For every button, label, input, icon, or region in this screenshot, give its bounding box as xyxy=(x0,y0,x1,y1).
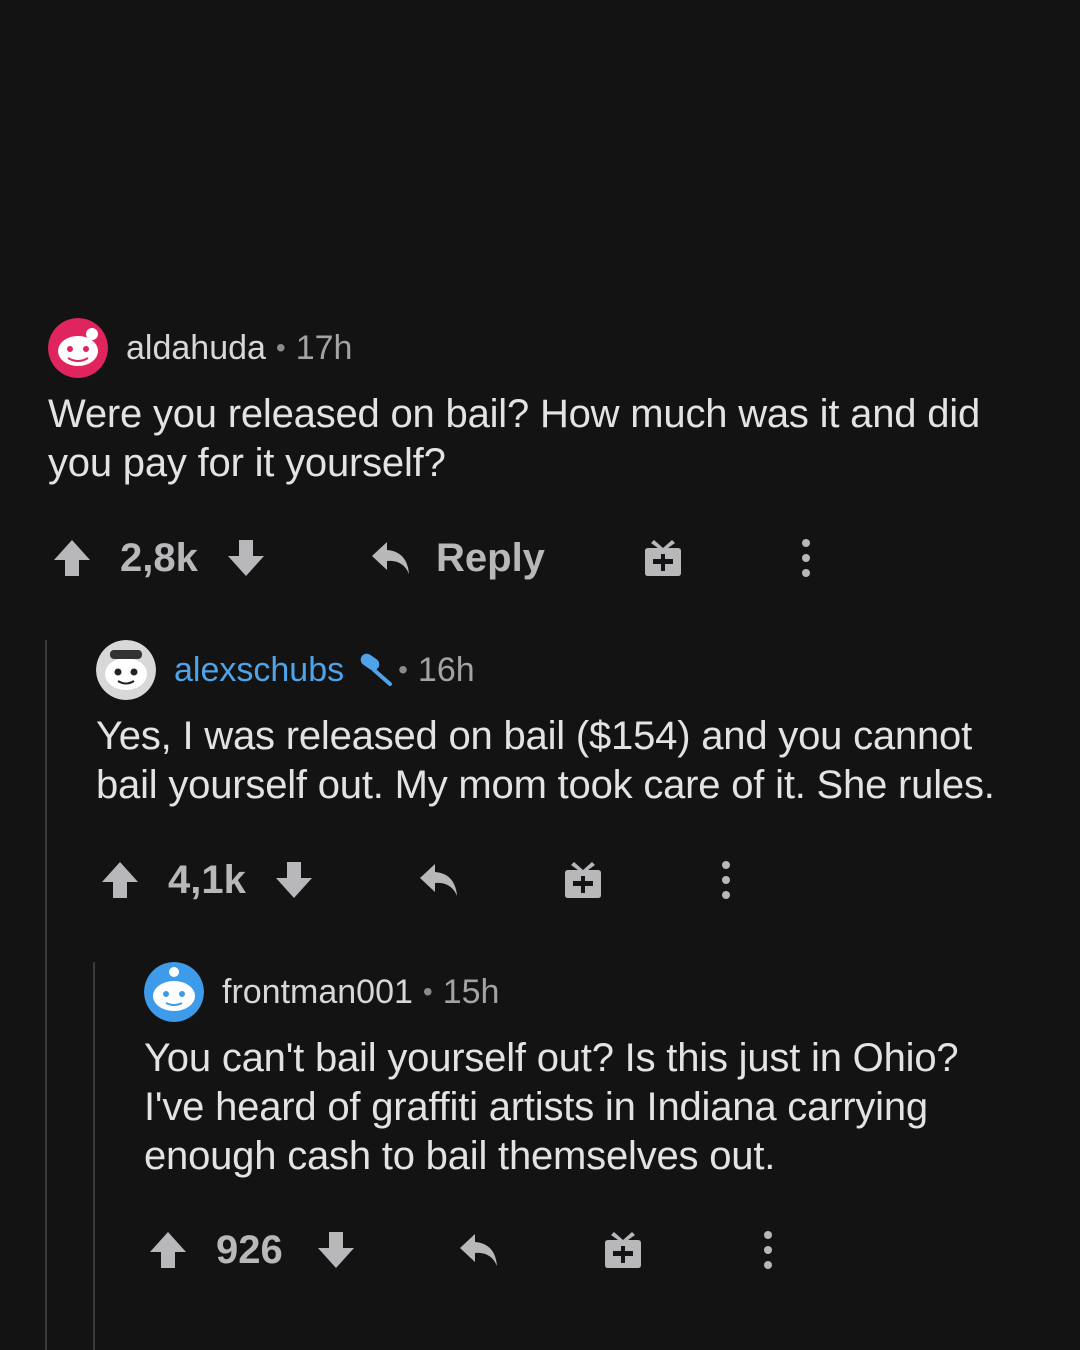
avatar[interactable] xyxy=(144,962,204,1022)
upvote-button[interactable] xyxy=(52,533,92,583)
more-options-button[interactable] xyxy=(716,855,736,905)
more-options-button[interactable] xyxy=(796,533,816,583)
award-icon xyxy=(645,540,681,576)
comment-actions: 4,1k xyxy=(96,855,1060,905)
avatar[interactable] xyxy=(48,318,108,378)
award-icon xyxy=(565,862,601,898)
comment-body: Yes, I was released on bail ($154) and y… xyxy=(96,714,995,807)
comment-header: aldahuda • 17h xyxy=(48,318,1060,378)
separator: • xyxy=(422,976,433,1007)
more-options-button[interactable] xyxy=(758,1225,778,1275)
downvote-icon xyxy=(276,862,312,898)
separator: • xyxy=(398,654,408,685)
reply-label: Reply xyxy=(436,535,545,580)
timestamp: 15h xyxy=(442,972,500,1011)
more-options-icon xyxy=(722,861,730,899)
score: 4,1k xyxy=(168,857,246,902)
timestamp: 17h xyxy=(295,328,353,367)
comment-body: Were you released on bail? How much was … xyxy=(48,392,980,485)
username[interactable]: frontman001 xyxy=(222,973,413,1012)
username[interactable]: aldahuda xyxy=(126,329,266,368)
timestamp: 16h xyxy=(417,650,475,689)
award-button[interactable] xyxy=(644,533,682,583)
avatar[interactable] xyxy=(96,640,156,700)
microphone-icon xyxy=(356,650,396,690)
award-button[interactable] xyxy=(604,1225,642,1275)
downvote-button[interactable] xyxy=(316,1225,356,1275)
comment-header: alexschubs • 16h xyxy=(96,640,1060,700)
reply-icon xyxy=(420,864,457,896)
more-options-icon xyxy=(802,539,810,577)
comment: alexschubs • 16h Yes, I was released on … xyxy=(96,640,1060,920)
reply-icon xyxy=(460,1234,497,1266)
reply-button[interactable] xyxy=(458,1225,500,1275)
separator: • xyxy=(275,332,286,363)
downvote-icon xyxy=(318,1232,354,1268)
upvote-button[interactable] xyxy=(148,1225,188,1275)
comment-actions: 2,8k Reply xyxy=(48,533,1060,583)
downvote-button[interactable] xyxy=(274,855,314,905)
award-icon xyxy=(605,1232,641,1268)
reply-button[interactable]: Reply xyxy=(370,533,545,583)
upvote-icon xyxy=(54,540,90,576)
comment-body: You can't bail yourself out? Is this jus… xyxy=(144,1036,959,1178)
thread-line-level-2[interactable] xyxy=(93,962,95,1350)
score: 926 xyxy=(216,1227,283,1272)
comment: aldahuda • 17h Were you released on bail… xyxy=(48,318,1060,598)
score: 2,8k xyxy=(120,535,198,580)
upvote-icon xyxy=(150,1232,186,1268)
upvote-button[interactable] xyxy=(100,855,140,905)
reply-button[interactable] xyxy=(418,855,460,905)
downvote-button[interactable] xyxy=(226,533,266,583)
comment: frontman001 • 15h You can't bail yoursel… xyxy=(144,962,1060,1282)
reply-icon xyxy=(372,542,409,574)
downvote-icon xyxy=(228,540,264,576)
more-options-icon xyxy=(764,1231,772,1269)
award-button[interactable] xyxy=(564,855,602,905)
comment-header: frontman001 • 15h xyxy=(144,962,1060,1022)
username[interactable]: alexschubs xyxy=(174,651,344,690)
thread-line-level-1[interactable] xyxy=(45,640,47,1350)
upvote-icon xyxy=(102,862,138,898)
comment-actions: 926 xyxy=(144,1225,1060,1275)
